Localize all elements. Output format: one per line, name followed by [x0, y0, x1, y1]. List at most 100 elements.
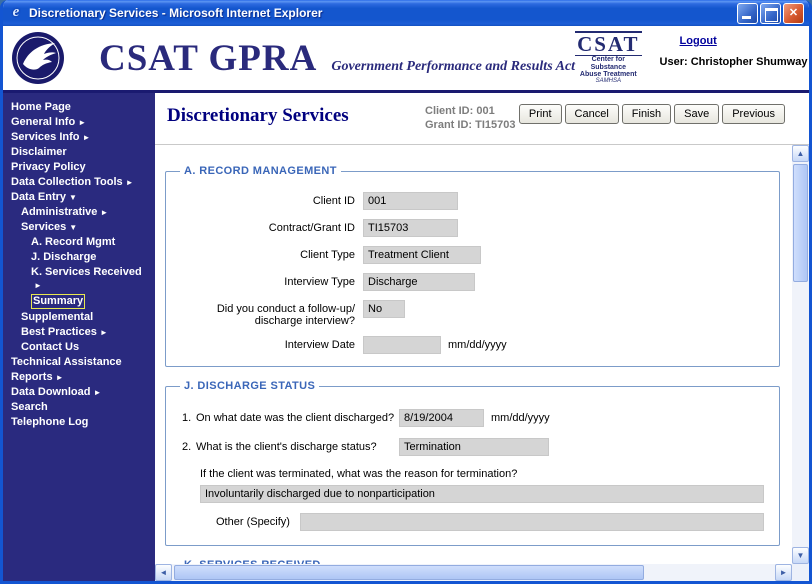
- discharge-status-section: J. DISCHARGE STATUS 1. On what date was …: [165, 380, 780, 546]
- discharge-status-field[interactable]: Termination: [399, 438, 549, 456]
- expand-right-icon: ►: [100, 328, 108, 337]
- sidebar-item-best-practices[interactable]: Best Practices►: [3, 325, 155, 340]
- interview-type-label: Interview Type: [178, 273, 363, 288]
- sidebar-item-record-mgmt[interactable]: A. Record Mgmt: [3, 235, 155, 250]
- client-type-field[interactable]: Treatment Client: [363, 246, 481, 264]
- sidebar-item-services-info[interactable]: Services Info►: [3, 130, 155, 145]
- expand-right-icon: ►: [93, 388, 101, 397]
- horizontal-scrollbar[interactable]: ◄ ►: [155, 564, 809, 581]
- app-header: CSAT GPRA Government Performance and Res…: [3, 26, 809, 93]
- horizontal-scroll-track[interactable]: [172, 564, 775, 581]
- sidebar-item-data-entry[interactable]: Data Entry▼: [3, 190, 155, 205]
- grant-id-text: Grant ID: TI15703: [425, 118, 515, 132]
- discharge-status-label: What is the client's discharge status?: [196, 438, 399, 453]
- form-area: A. RECORD MANAGEMENT Client ID 001 Contr…: [155, 145, 792, 564]
- sidebar-item-summary[interactable]: Summary: [3, 293, 155, 310]
- expand-right-icon: ►: [126, 178, 134, 187]
- brand-tagline: Government Performance and Results Act: [331, 59, 575, 75]
- page-title: Discretionary Services: [167, 102, 425, 127]
- expand-down-icon: ▼: [69, 193, 77, 202]
- sidebar-item-administrative[interactable]: Administrative►: [3, 205, 155, 220]
- other-specify-label: Other (Specify): [216, 516, 290, 528]
- contract-grant-id-field[interactable]: TI15703: [363, 219, 458, 237]
- date-format-hint: mm/dd/yyyy: [491, 409, 550, 424]
- sidebar-nav: Home Page General Info► Services Info► D…: [3, 93, 155, 581]
- sidebar-item-supplemental[interactable]: Supplemental: [3, 310, 155, 325]
- interview-date-field[interactable]: [363, 336, 441, 354]
- sidebar-item-discharge[interactable]: J. Discharge: [3, 250, 155, 265]
- sidebar-item-reports[interactable]: Reports►: [3, 370, 155, 385]
- question-number: 2.: [182, 438, 196, 453]
- expand-down-icon: ▼: [69, 223, 77, 232]
- horizontal-scroll-thumb[interactable]: [174, 565, 644, 580]
- expand-right-icon: ►: [56, 373, 64, 382]
- scroll-right-button[interactable]: ►: [775, 564, 792, 581]
- finish-button[interactable]: Finish: [622, 104, 671, 124]
- save-button[interactable]: Save: [674, 104, 719, 124]
- csat-logo: CSAT Center for Substance Abuse Treatmen…: [575, 31, 641, 84]
- client-id-field[interactable]: 001: [363, 192, 458, 210]
- sidebar-item-services[interactable]: Services▼: [3, 220, 155, 235]
- scroll-up-button[interactable]: ▲: [792, 145, 809, 162]
- question-number: 1.: [182, 409, 196, 424]
- expand-right-icon: ►: [82, 133, 90, 142]
- title-bar[interactable]: e Discretionary Services - Microsoft Int…: [3, 0, 809, 26]
- termination-reason-label: If the client was terminated, what was t…: [200, 468, 767, 480]
- logout-link[interactable]: Logout: [680, 35, 717, 47]
- sidebar-item-general-info[interactable]: General Info►: [3, 115, 155, 130]
- action-buttons: Print Cancel Finish Save Previous: [519, 102, 803, 124]
- sidebar-item-telephone-log[interactable]: Telephone Log: [3, 415, 155, 430]
- csat-logo-name: CSAT: [575, 31, 641, 56]
- client-id-text: Client ID: 001: [425, 104, 515, 118]
- previous-button[interactable]: Previous: [722, 104, 785, 124]
- interview-date-label: Interview Date: [178, 336, 363, 351]
- client-grant-ids: Client ID: 001 Grant ID: TI15703: [425, 102, 515, 132]
- date-format-hint: mm/dd/yyyy: [448, 336, 507, 351]
- print-button[interactable]: Print: [519, 104, 562, 124]
- sidebar-item-disclaimer[interactable]: Disclaimer: [3, 145, 155, 160]
- sidebar-item-technical-assistance[interactable]: Technical Assistance: [3, 355, 155, 370]
- maximize-button[interactable]: [760, 3, 781, 24]
- record-management-legend: A. RECORD MANAGEMENT: [180, 165, 341, 177]
- sidebar-item-data-download[interactable]: Data Download►: [3, 385, 155, 400]
- csat-logo-line1: Center for Substance: [575, 56, 641, 71]
- contract-grant-id-label: Contract/Grant ID: [178, 219, 363, 234]
- interview-type-field[interactable]: Discharge: [363, 273, 475, 291]
- other-specify-field[interactable]: [300, 513, 764, 531]
- account-block: Logout User: Christopher Shumway: [660, 26, 809, 68]
- sidebar-item-data-collection-tools[interactable]: Data Collection Tools►: [3, 175, 155, 190]
- record-management-section: A. RECORD MANAGEMENT Client ID 001 Contr…: [165, 165, 780, 367]
- brand-block: CSAT GPRA Government Performance and Res…: [99, 37, 575, 80]
- close-button[interactable]: [783, 3, 804, 24]
- sidebar-item-home-page[interactable]: Home Page: [3, 100, 155, 115]
- brand-name: CSAT GPRA: [99, 37, 317, 80]
- csat-logo-line2: Abuse Treatment: [575, 71, 641, 78]
- sidebar-item-services-received[interactable]: K. Services Received ►: [3, 265, 155, 293]
- sidebar-item-privacy-policy[interactable]: Privacy Policy: [3, 160, 155, 175]
- page-header: Discretionary Services Client ID: 001 Gr…: [155, 93, 809, 145]
- discharge-date-field[interactable]: 8/19/2004: [399, 409, 484, 427]
- sidebar-item-contact-us[interactable]: Contact Us: [3, 340, 155, 355]
- vertical-scroll-thumb[interactable]: [793, 164, 808, 282]
- vertical-scroll-track[interactable]: [792, 162, 809, 547]
- scrollbar-corner: [792, 564, 809, 581]
- main-content: Discretionary Services Client ID: 001 Gr…: [155, 93, 809, 581]
- followup-interview-field[interactable]: No: [363, 300, 405, 318]
- scroll-left-button[interactable]: ◄: [155, 564, 172, 581]
- scroll-down-button[interactable]: ▼: [792, 547, 809, 564]
- minimize-button[interactable]: [737, 3, 758, 24]
- vertical-scrollbar[interactable]: ▲ ▼: [792, 145, 809, 564]
- hhs-logo-icon: [11, 31, 65, 85]
- window-title: Discretionary Services - Microsoft Inter…: [29, 6, 732, 20]
- followup-interview-label: Did you conduct a follow-up/ discharge i…: [178, 300, 363, 327]
- client-id-label: Client ID: [178, 192, 363, 207]
- expand-right-icon: ►: [100, 208, 108, 217]
- cancel-button[interactable]: Cancel: [565, 104, 619, 124]
- user-name-text: User: Christopher Shumway: [660, 56, 809, 68]
- csat-logo-line3: SAMHSA: [575, 78, 641, 84]
- termination-reason-field[interactable]: Involuntarily discharged due to nonparti…: [200, 485, 764, 503]
- expand-right-icon: ►: [78, 118, 86, 127]
- browser-window: e Discretionary Services - Microsoft Int…: [0, 0, 812, 584]
- sidebar-item-search[interactable]: Search: [3, 400, 155, 415]
- ie-icon: e: [8, 5, 24, 21]
